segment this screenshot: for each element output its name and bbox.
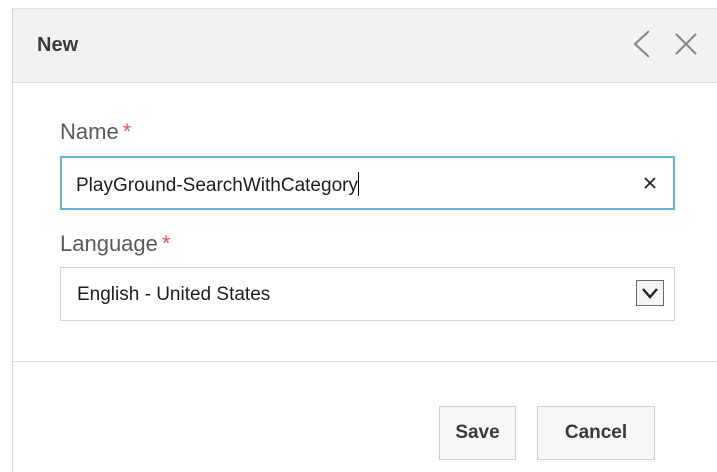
dialog-title: New (37, 34, 79, 56)
name-input[interactable]: PlayGround-SearchWithCategory (60, 156, 675, 210)
clear-name-button[interactable] (637, 170, 663, 196)
name-label: Name * (60, 119, 131, 145)
close-icon (675, 33, 697, 55)
language-required-marker: * (161, 231, 171, 256)
save-button[interactable]: Save (439, 406, 516, 460)
language-dropdown-button[interactable] (636, 280, 664, 306)
back-button[interactable] (625, 27, 659, 61)
footer-divider (13, 361, 717, 362)
dialog-header: New (13, 9, 717, 83)
language-label: Language * (60, 231, 170, 257)
cancel-button[interactable]: Cancel (537, 406, 655, 460)
name-label-text: Name (60, 119, 119, 144)
name-input-value-wrap: PlayGround-SearchWithCategory (76, 172, 359, 197)
language-select[interactable]: English - United States (60, 267, 675, 321)
close-button[interactable] (669, 27, 703, 61)
language-label-text: Language (60, 231, 158, 256)
name-input-value: PlayGround-SearchWithCategory (76, 175, 358, 196)
chevron-down-icon (642, 288, 658, 299)
text-caret (357, 172, 359, 196)
language-selected-value: English - United States (77, 284, 271, 305)
name-required-marker: * (122, 119, 132, 144)
clear-x-icon (644, 177, 656, 189)
chevron-left-icon (633, 30, 650, 58)
new-dialog: New Name * PlayGround-SearchWithCategory … (12, 8, 717, 472)
